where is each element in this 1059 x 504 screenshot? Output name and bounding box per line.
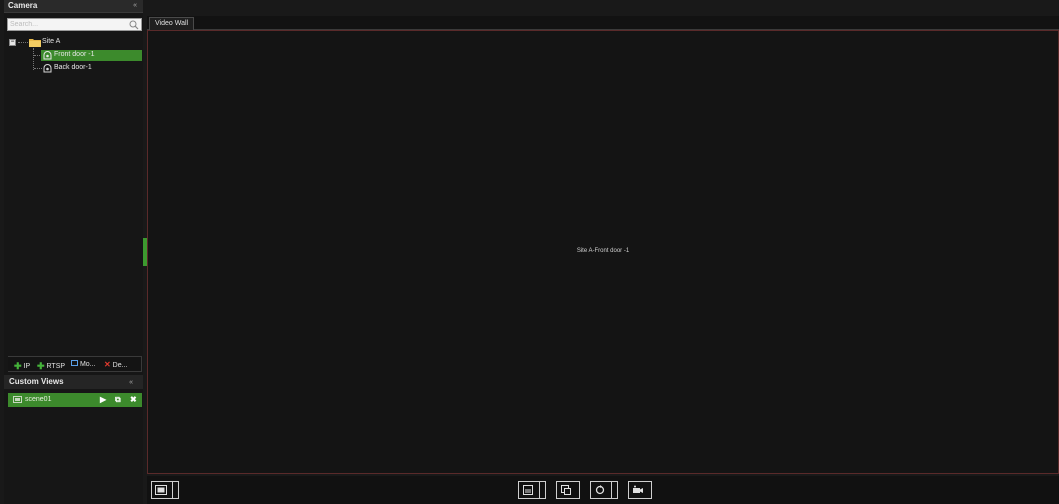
collapse-custom-views-icon[interactable]: « <box>129 379 133 386</box>
copy-view-button[interactable] <box>556 481 580 499</box>
tab-video-wall[interactable]: Video Wall <box>149 17 195 30</box>
delete-label: De... <box>112 362 128 369</box>
add-ip-label: IP <box>23 363 31 370</box>
camera-capture-button[interactable] <box>628 481 652 499</box>
save-layout-icon <box>523 485 533 495</box>
dropdown-separator <box>611 482 617 498</box>
scene-icon <box>13 396 22 403</box>
delete-icon: ✕ <box>104 360 111 369</box>
refresh-button[interactable] <box>590 481 618 499</box>
video-tile-caption: Site A-Front door -1 <box>576 248 630 254</box>
modify-label: Mo... <box>79 361 96 368</box>
video-wall-area: Video Wall Site A-Front door -1 <box>147 16 1059 475</box>
camera-panel: Camera « − Site A <box>4 0 143 504</box>
delete-camera-button[interactable]: ✕ De... <box>104 360 127 369</box>
layout-single-icon <box>155 485 167 495</box>
tab-strip: Video Wall <box>147 16 1059 30</box>
edit-icon <box>71 360 78 366</box>
dropdown-separator <box>539 482 545 498</box>
close-icon[interactable]: ✖ <box>130 395 137 404</box>
bottom-toolbar <box>147 476 1059 504</box>
custom-views-title: Custom Views <box>9 377 64 386</box>
plus-icon: ✚ <box>14 361 22 371</box>
add-ip-camera-button[interactable]: ✚ IP <box>14 360 30 371</box>
folder-icon <box>29 39 41 47</box>
tree-expander-icon[interactable]: − <box>9 39 16 46</box>
camera-toolbar: ✚ IP ✚ RTSP Mo... ✕ De... <box>8 356 142 372</box>
modify-camera-button[interactable]: Mo... <box>71 360 96 368</box>
copy-view-icon <box>561 485 571 495</box>
tree-site-label: Site A <box>42 38 61 45</box>
export-icon[interactable]: ⧉ <box>115 395 121 405</box>
camera-item-front-door[interactable]: Front door -1 <box>41 50 142 61</box>
camera-item-label: Back door-1 <box>54 64 92 71</box>
camera-panel-title: Camera <box>8 1 38 10</box>
add-rtsp-label: RTSP <box>46 363 66 370</box>
play-icon[interactable]: ▶ <box>100 395 106 404</box>
camera-panel-header: Camera « <box>4 0 143 13</box>
plus-icon: ✚ <box>37 361 45 371</box>
custom-view-item[interactable]: scene01 ▶ ⧉ ✖ <box>8 393 142 407</box>
camera-dome-icon <box>43 51 52 60</box>
tree-connector <box>33 48 34 70</box>
video-tile[interactable]: Site A-Front door -1 <box>147 30 1059 474</box>
layout-single-button[interactable] <box>151 481 179 499</box>
add-rtsp-camera-button[interactable]: ✚ RTSP <box>37 360 65 371</box>
camera-item-back-door[interactable]: Back door-1 <box>41 63 142 74</box>
camera-item-label: Front door -1 <box>54 51 95 58</box>
custom-views-header: Custom Views « <box>4 375 143 389</box>
refresh-icon <box>595 485 605 495</box>
camera-capture-icon <box>633 485 643 493</box>
camera-dome-icon <box>43 64 52 73</box>
collapse-camera-panel-icon[interactable]: « <box>133 2 137 9</box>
tree-node-site-a[interactable]: − Site A <box>9 37 129 48</box>
search-icon[interactable] <box>129 20 139 30</box>
camera-search-box <box>7 18 142 31</box>
save-layout-button[interactable] <box>518 481 546 499</box>
dropdown-separator <box>172 482 178 498</box>
tree-connector <box>18 42 28 43</box>
camera-search-input[interactable] <box>10 19 125 30</box>
app-window: Camera « − Site A <box>0 0 1059 504</box>
custom-view-label: scene01 <box>25 396 52 403</box>
